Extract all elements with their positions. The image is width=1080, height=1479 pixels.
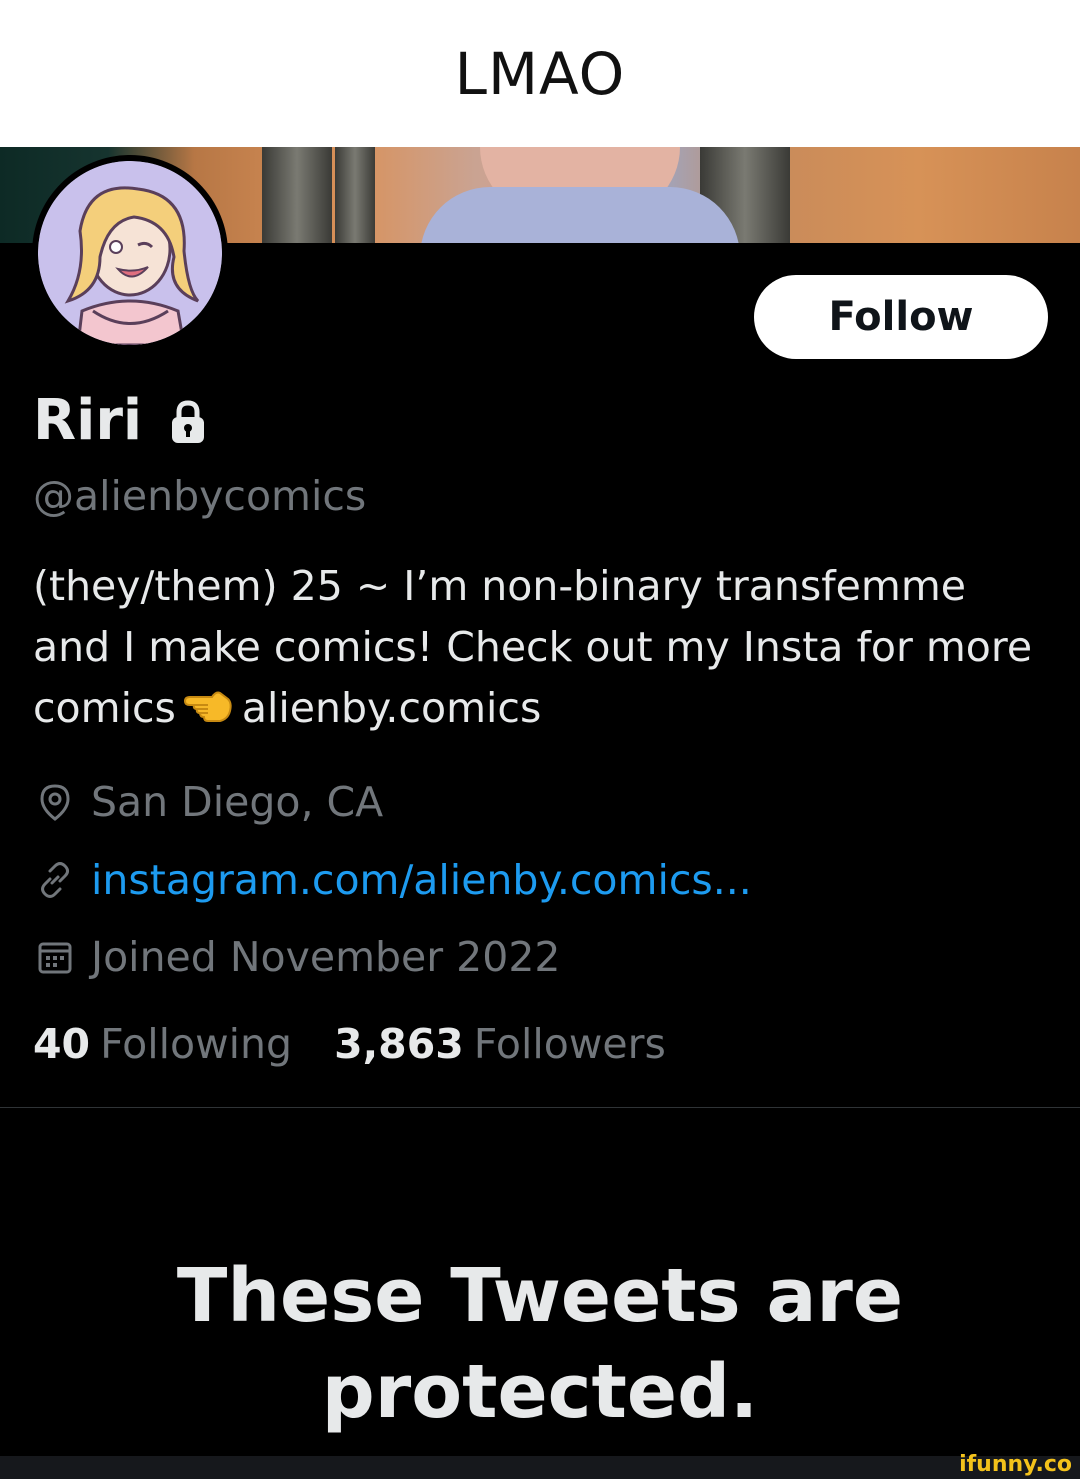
website-link[interactable]: instagram.com/alienby.comics... bbox=[91, 856, 752, 904]
profile-name-row: Riri bbox=[33, 386, 208, 456]
joined-text: Joined November 2022 bbox=[91, 933, 561, 981]
banner-palm-trunk bbox=[335, 147, 375, 243]
profile-location: San Diego, CA bbox=[35, 778, 383, 826]
link-icon bbox=[41, 862, 69, 898]
bio-line: and I make comics! Check out my Insta fo… bbox=[33, 623, 1033, 671]
calendar-icon bbox=[38, 942, 72, 974]
bottom-strip bbox=[0, 1456, 1080, 1479]
banner-palm-trunk bbox=[262, 147, 332, 243]
lock-icon bbox=[168, 400, 208, 448]
protected-message-line: These Tweets are bbox=[176, 1253, 904, 1339]
protected-message-line: protected. bbox=[321, 1349, 759, 1435]
follow-button[interactable]: Follow bbox=[754, 275, 1048, 359]
followers-count: 3,863 bbox=[334, 1020, 464, 1068]
profile-stats: 40 Following 3,863 Followers bbox=[33, 1020, 666, 1068]
following-stat[interactable]: 40 Following bbox=[33, 1020, 292, 1068]
following-count: 40 bbox=[33, 1020, 91, 1068]
profile-joined: Joined November 2022 bbox=[35, 933, 561, 981]
meme-caption-bar: LMAO bbox=[0, 0, 1080, 147]
avatar-illustration bbox=[38, 161, 222, 345]
profile-handle: @alienbycomics bbox=[33, 472, 367, 520]
bio-line: comics alienby.comics bbox=[33, 678, 1053, 742]
followers-stat[interactable]: 3,863 Followers bbox=[334, 1020, 666, 1068]
avatar[interactable] bbox=[32, 155, 228, 351]
meme-caption: LMAO bbox=[454, 39, 626, 108]
backhand-index-pointing-left-icon bbox=[183, 681, 234, 742]
avatar-image bbox=[38, 161, 222, 345]
followers-label: Followers bbox=[473, 1020, 666, 1068]
watermark-logo: ifunny.co bbox=[959, 1452, 1072, 1477]
display-name: Riri bbox=[33, 388, 143, 453]
profile-bio: (they/them) 25 ~ I’m non-binary transfem… bbox=[33, 556, 1053, 742]
location-text: San Diego, CA bbox=[91, 778, 384, 826]
section-divider bbox=[0, 1107, 1080, 1108]
profile-website[interactable]: instagram.com/alienby.comics... bbox=[35, 856, 752, 904]
following-label: Following bbox=[100, 1020, 293, 1068]
bio-instagram-handle: alienby.comics bbox=[241, 684, 542, 732]
location-pin-icon bbox=[40, 784, 70, 821]
bio-text: comics bbox=[33, 684, 176, 732]
protected-tweets-message: These Tweets are protected. bbox=[0, 1248, 1080, 1440]
banner-figure-dress bbox=[420, 187, 740, 243]
bio-line: (they/them) 25 ~ I’m non-binary transfem… bbox=[33, 562, 966, 610]
